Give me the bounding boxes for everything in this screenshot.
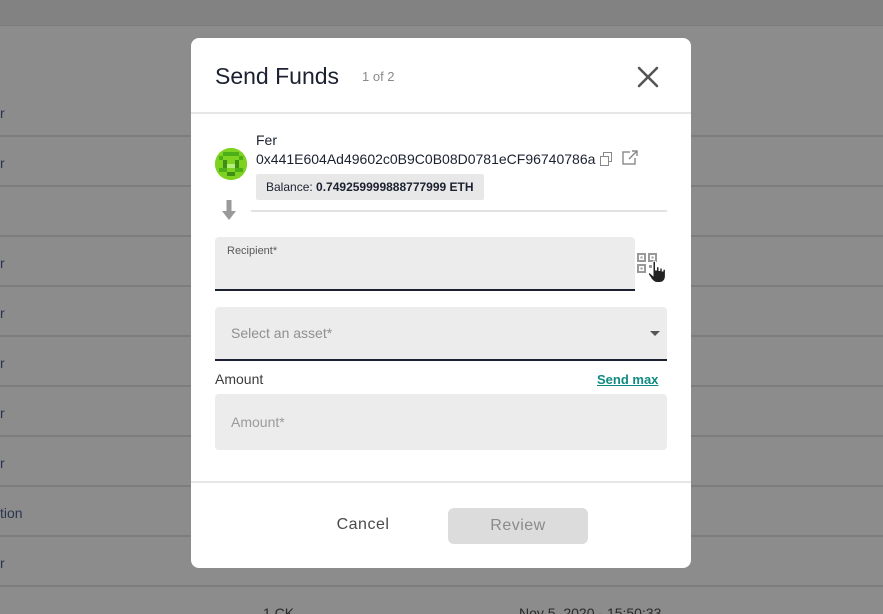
modal-footer: Cancel Review (191, 481, 691, 568)
background-cell: r (0, 455, 5, 471)
amount-input[interactable] (231, 410, 651, 434)
close-icon (637, 66, 659, 88)
review-button[interactable]: Review (448, 508, 588, 544)
balance-value: 0.749259999888777999 ETH (316, 180, 474, 194)
arrow-down-icon (221, 200, 237, 222)
background-cell: r (0, 355, 5, 371)
background-cell: 1 CK (263, 605, 295, 614)
recipient-label: Recipient* (227, 245, 278, 257)
recipient-input[interactable] (227, 261, 623, 285)
background-row: 1 CK Nov 5, 2020 - 15:50:33 (0, 587, 883, 614)
background-cell: r (0, 555, 5, 571)
background-header (0, 0, 883, 26)
asset-placeholder: Select an asset* (231, 325, 333, 341)
background-cell: r (0, 155, 5, 171)
send-funds-modal: Send Funds 1 of 2 Fer 0x441E604Ad49602c0… (191, 38, 691, 568)
background-cell: r (0, 255, 5, 271)
external-link-icon[interactable] (622, 150, 638, 166)
send-max-link[interactable]: Send max (597, 372, 658, 387)
avatar (215, 148, 247, 180)
amount-field[interactable] (215, 394, 667, 450)
copy-icon[interactable] (600, 152, 612, 166)
modal-header: Send Funds 1 of 2 (191, 38, 691, 114)
background-cell: Nov 5, 2020 - 15:50:33 (519, 605, 662, 614)
cancel-button[interactable]: Cancel (315, 516, 411, 540)
divider (251, 210, 667, 212)
balance-chip: Balance: 0.749259999888777999 ETH (256, 174, 484, 200)
close-button[interactable] (635, 64, 661, 90)
qr-code-icon[interactable] (637, 253, 657, 273)
balance-label: Balance: (266, 180, 313, 194)
account-name: Fer (256, 132, 277, 148)
step-indicator: 1 of 2 (362, 69, 395, 84)
background-cell: r (0, 105, 5, 121)
amount-label: Amount (215, 371, 264, 387)
recipient-field[interactable]: Recipient* (215, 237, 635, 291)
modal-title: Send Funds (215, 63, 340, 89)
background-cell: r (0, 405, 5, 421)
caret-down-icon (650, 331, 660, 336)
account-address: 0x441E604Ad49602c0B9C0B08D0781eCF9674078… (256, 151, 596, 167)
background-cell: r (0, 305, 5, 321)
asset-select[interactable]: Select an asset* (215, 307, 667, 361)
background-cell: tion (0, 505, 23, 521)
